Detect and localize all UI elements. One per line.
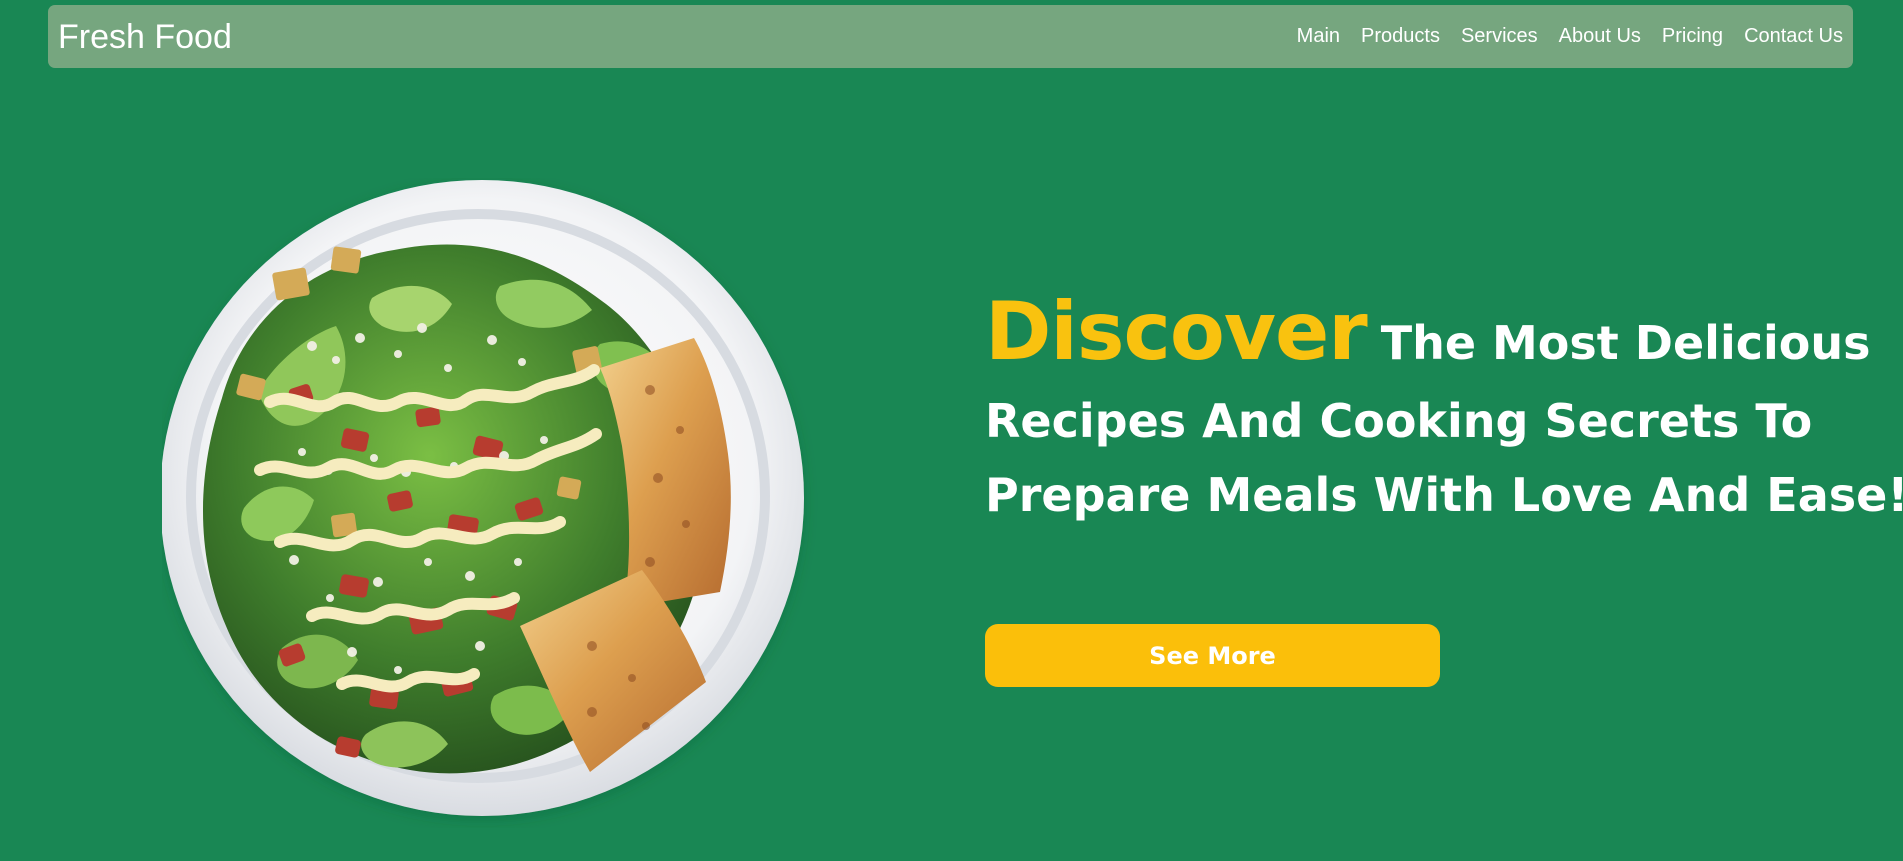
nav-item-main: Main (1297, 26, 1340, 47)
see-more-button[interactable]: See More (985, 624, 1440, 687)
hero-line-2: Recipes And Cooking Secrets To (985, 394, 1813, 448)
nav-link-contact-us[interactable]: Contact Us (1744, 25, 1843, 47)
hero-image-container (162, 178, 826, 828)
nav-item-services: Services (1461, 26, 1538, 47)
hero-highlight-word: Discover (985, 285, 1368, 378)
nav-item-pricing: Pricing (1662, 26, 1723, 47)
hero-copy: Discover The Most Delicious Recipes And … (985, 285, 1903, 522)
nav-link-products[interactable]: Products (1361, 25, 1440, 47)
brand-logo[interactable]: Fresh Food (58, 20, 232, 54)
hero-line-1-rest: The Most Delicious (1380, 316, 1871, 370)
hero-line-3: Prepare Meals With Love And Ease! (985, 468, 1903, 522)
salad-plate-image (162, 180, 804, 816)
nav-item-products: Products (1361, 26, 1440, 47)
nav-link-main[interactable]: Main (1297, 25, 1340, 47)
nav-link-about-us[interactable]: About Us (1559, 25, 1641, 47)
nav-item-about-us: About Us (1559, 26, 1641, 47)
nav-list: Main Products Services About Us Pricing … (1297, 26, 1843, 47)
hero-line-1: Discover The Most Delicious (985, 285, 1870, 378)
top-navbar: Fresh Food Main Products Services About … (48, 5, 1853, 68)
nav-link-services[interactable]: Services (1461, 25, 1538, 47)
nav-link-pricing[interactable]: Pricing (1662, 25, 1723, 47)
nav-item-contact-us: Contact Us (1744, 26, 1843, 47)
main-nav: Main Products Services About Us Pricing … (1297, 26, 1843, 47)
